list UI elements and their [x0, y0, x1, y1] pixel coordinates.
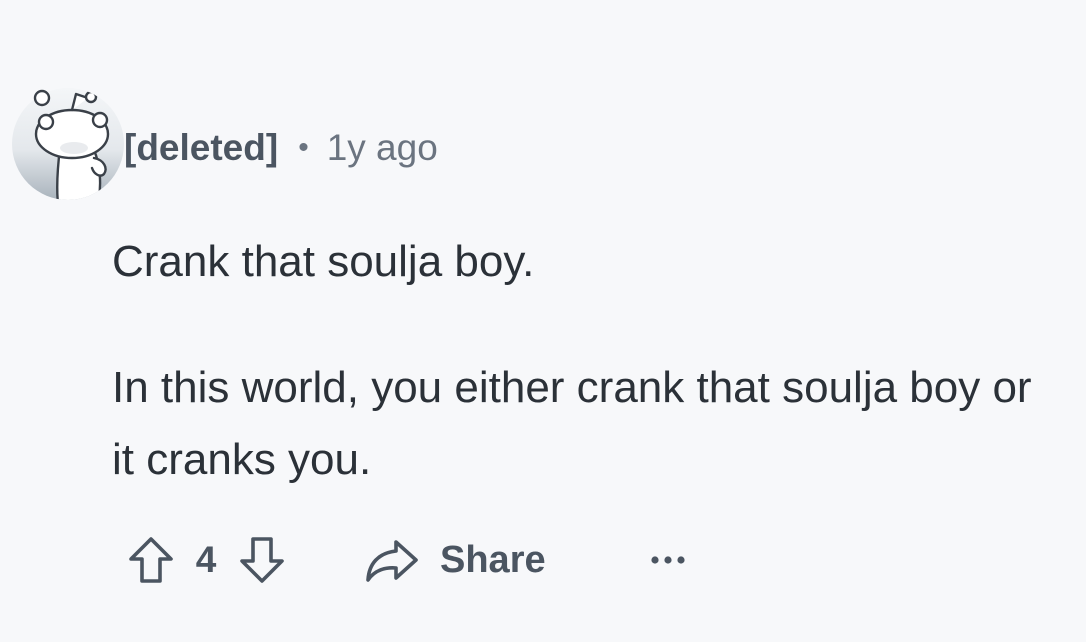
- ellipsis-icon: [651, 556, 685, 564]
- vote-score: 4: [195, 539, 217, 580]
- share-button[interactable]: Share: [364, 524, 546, 596]
- share-arrow-icon: [366, 540, 418, 582]
- downvote-arrow-icon: [240, 537, 284, 583]
- upvote-arrow-icon: [129, 537, 173, 583]
- downvote-button[interactable]: [222, 524, 302, 596]
- avatar[interactable]: [12, 88, 124, 200]
- comment-body: Crank that soulja boy. In this world, yo…: [112, 226, 1062, 496]
- upvote-button[interactable]: [112, 524, 190, 596]
- snoo-avatar-icon: [12, 88, 124, 200]
- comment-paragraph: Crank that soulja boy.: [112, 237, 535, 286]
- comment-timestamp: 1y ago: [326, 127, 438, 168]
- comment-actions: 4 Share: [112, 524, 690, 596]
- comment: [deleted] • 1y ago Crank that soulja boy…: [0, 0, 1086, 642]
- comment-paragraph: In this world, you either crank that sou…: [112, 363, 1032, 484]
- more-options-button[interactable]: [646, 524, 690, 596]
- meta-separator: •: [298, 131, 309, 164]
- share-label: Share: [440, 538, 546, 581]
- comment-meta: [deleted] • 1y ago: [124, 124, 438, 172]
- author-name[interactable]: [deleted]: [124, 127, 278, 169]
